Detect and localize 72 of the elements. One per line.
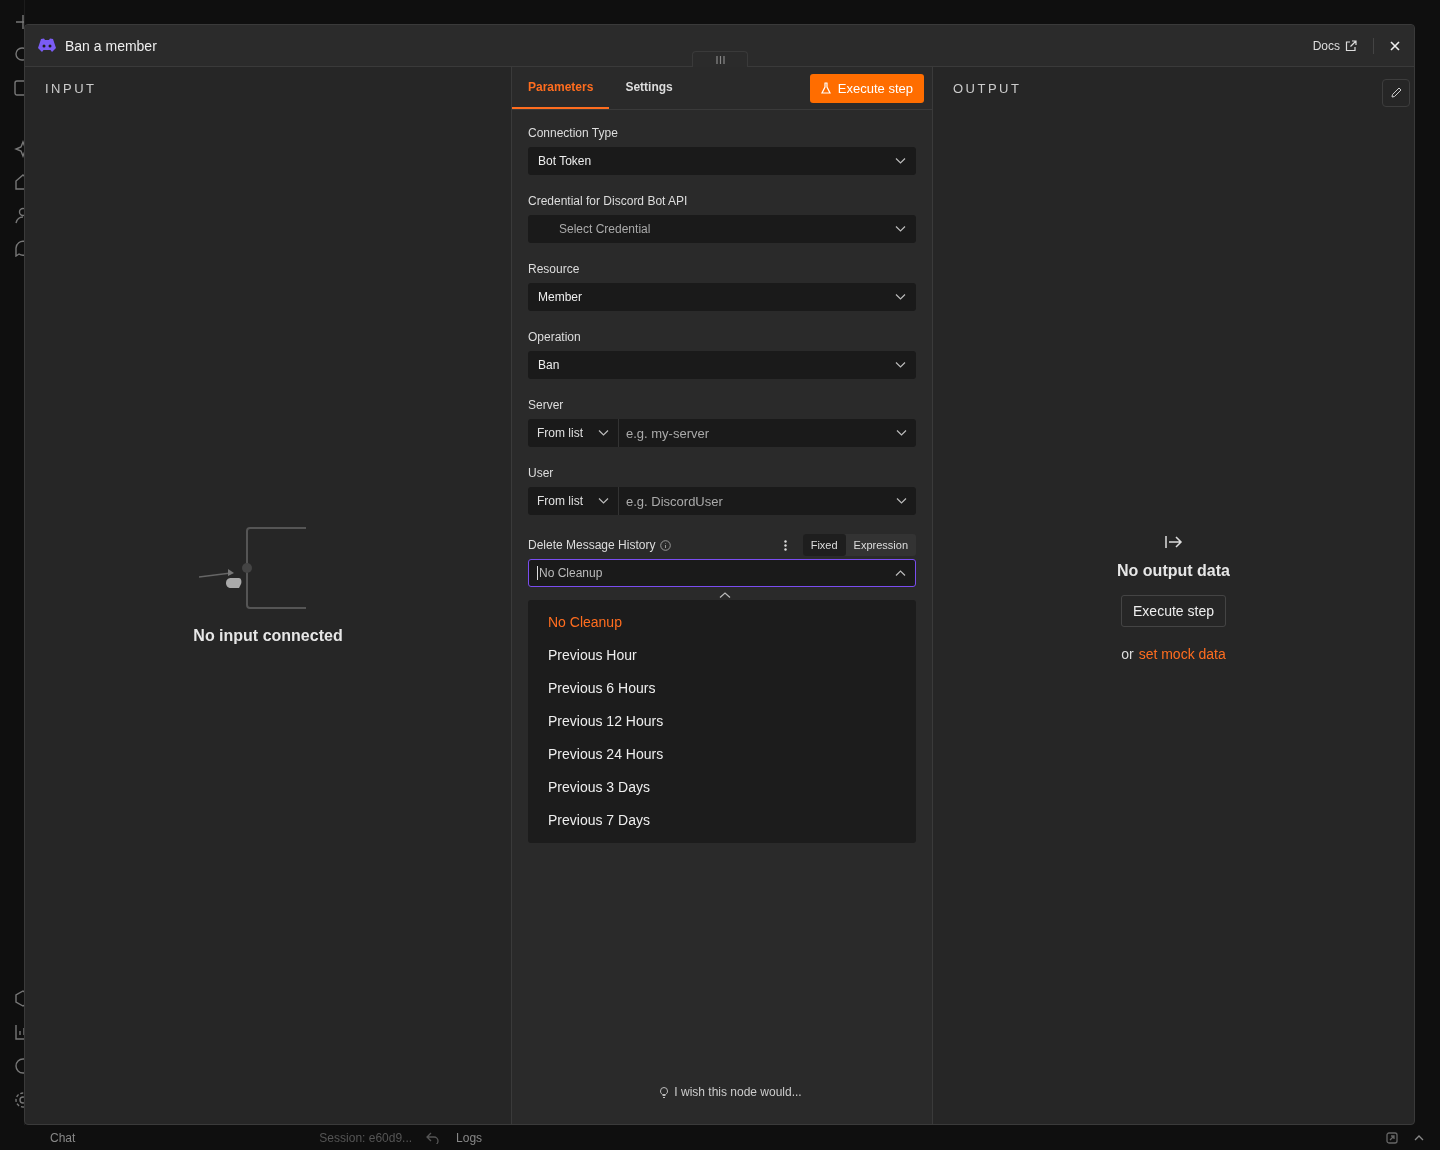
select-field[interactable]: Bot Token [528, 147, 916, 175]
more-options-icon[interactable] [783, 539, 787, 551]
chevron-icon [895, 570, 906, 576]
caret-up-icon[interactable] [1414, 1134, 1424, 1141]
field-label: Operation [528, 330, 582, 344]
execute-step-button[interactable]: Execute step [1121, 595, 1226, 627]
field-label: Credential for Discord Bot API [528, 194, 689, 208]
mock-data-link[interactable]: set mock data [1138, 646, 1226, 662]
chevron-down-icon [895, 362, 906, 368]
select-field[interactable]: Member [528, 283, 916, 311]
mode-select[interactable]: From list [528, 419, 619, 447]
external-link-icon [1345, 39, 1357, 52]
menu-option[interactable]: Previous 3 Days [528, 771, 916, 804]
feedback-link[interactable]: I wish this node would... [674, 1085, 802, 1099]
chat-tab[interactable]: Chat [50, 1130, 76, 1145]
info-icon [660, 539, 672, 551]
arrow-to-line-icon [1164, 535, 1183, 549]
mode-toggle-option[interactable]: Fixed [802, 534, 846, 556]
field-label: User [528, 466, 555, 480]
user-icon[interactable] [14, 206, 24, 224]
select-field[interactable]: No Cleanup [528, 559, 916, 587]
menu-option[interactable]: Previous 12 Hours [528, 705, 916, 738]
popout-icon[interactable] [1386, 1131, 1398, 1144]
grip-icon [715, 55, 725, 64]
controller-icon [37, 38, 57, 53]
session-id: Session: e60d9... [319, 1130, 413, 1145]
home-icon[interactable] [14, 173, 24, 191]
field-label: Connection Type [528, 126, 619, 140]
chevron-down-icon [598, 430, 609, 436]
chevron-down-icon [895, 158, 906, 164]
pencil-icon [1390, 87, 1402, 98]
chart-icon[interactable] [14, 1023, 24, 1041]
chat-icon[interactable] [14, 239, 24, 257]
select-field[interactable]: Select Credential [528, 215, 916, 243]
drag-handle[interactable] [692, 51, 748, 67]
select-field[interactable]: e.g. my-server [619, 419, 916, 447]
empty-title: No output data [1117, 562, 1230, 580]
plus-icon[interactable] [14, 13, 24, 31]
panel-heading: INPUT [44, 80, 98, 98]
empty-message: No input connected [193, 627, 343, 645]
menu-option[interactable]: Previous 24 Hours [528, 738, 916, 771]
chevron-down-icon [895, 294, 906, 300]
flask-icon [820, 82, 831, 94]
menu-option[interactable]: Previous 6 Hours [528, 672, 916, 705]
chevron-down-icon [896, 430, 907, 436]
field-label: Delete Message History [528, 538, 656, 552]
field-label: Resource [528, 262, 581, 276]
menu-option[interactable]: Previous Hour [528, 639, 916, 672]
select-field[interactable]: Ban [528, 351, 916, 379]
select-field[interactable]: e.g. DiscordUser [619, 487, 916, 515]
dropdown-pointer-icon [719, 592, 731, 598]
sparkle-icon[interactable] [14, 140, 24, 158]
settings-icon[interactable] [14, 1091, 24, 1109]
chevron-down-icon [895, 226, 906, 232]
undo-icon[interactable] [426, 1131, 441, 1144]
chevron-down-icon [598, 498, 609, 504]
close-icon[interactable] [1390, 40, 1400, 51]
docs-link[interactable]: Docs [1312, 38, 1357, 53]
menu-option[interactable]: No Cleanup [528, 606, 916, 639]
mode-toggle-option[interactable]: Expression [845, 534, 916, 556]
mode-select[interactable]: From list [528, 487, 619, 515]
lightbulb-icon [660, 1086, 669, 1098]
tab[interactable]: Settings [609, 67, 689, 109]
edit-button[interactable] [1382, 78, 1410, 107]
chevron-down-icon [896, 498, 907, 504]
field-label: Server [528, 398, 565, 412]
panel-heading: OUTPUT [952, 80, 1023, 98]
logs-tab[interactable]: Logs [456, 1130, 483, 1145]
mock-prefix: or [1121, 646, 1134, 662]
window-title: Ban a member [65, 37, 157, 54]
tab[interactable]: Parameters [512, 67, 610, 109]
menu-option[interactable]: Previous 7 Days [528, 804, 916, 837]
